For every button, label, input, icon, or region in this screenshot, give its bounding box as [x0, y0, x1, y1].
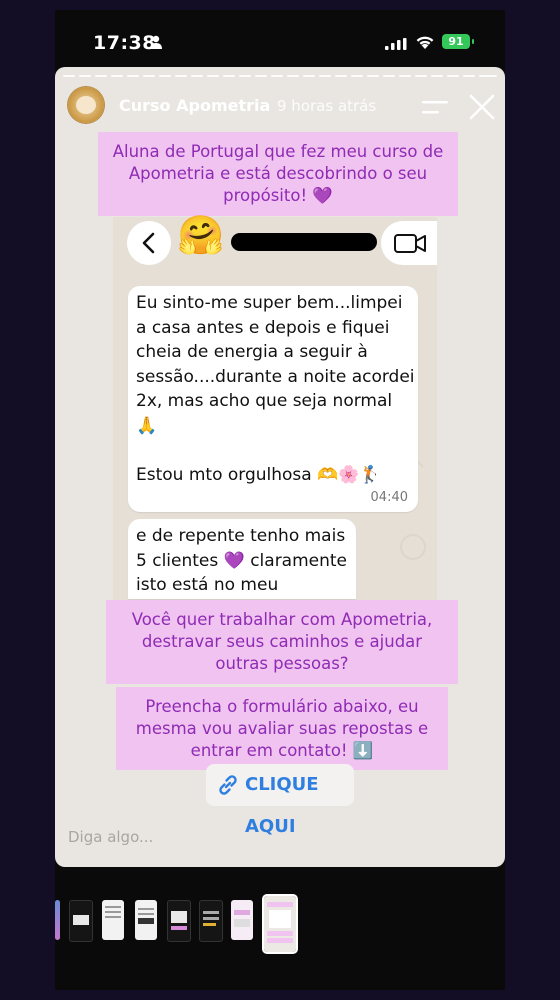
- cellular-signal-icon: [385, 38, 407, 50]
- story-thumbnail[interactable]: [55, 900, 60, 940]
- profile-avatar[interactable]: [68, 87, 104, 123]
- contact-emoji-avatar: 🤗: [177, 213, 225, 257]
- chat-message-1: Eu sinto-me super bem...limpei a casa an…: [128, 286, 418, 512]
- chat-video-button: [381, 221, 437, 265]
- caption-middle: Você quer trabalhar com Apometria, destr…: [106, 600, 458, 684]
- battery-indicator: 91: [442, 34, 470, 49]
- story-username[interactable]: Curso Apometria: [119, 96, 270, 115]
- story-progress-bar: [63, 75, 497, 77]
- link-icon: [219, 775, 237, 795]
- story-thumbnail[interactable]: [135, 900, 157, 940]
- link-sticker-button[interactable]: CLIQUE AQUI: [206, 764, 354, 837]
- chat-message-2: e de repente tenho mais 5 clientes 💜 cla…: [128, 519, 356, 620]
- link-sticker-label: CLIQUE AQUI: [245, 774, 319, 837]
- story-viewer[interactable]: Curso Apometria 9 horas atrás Aluna de P…: [55, 67, 505, 867]
- story-thumbnail[interactable]: [69, 900, 93, 942]
- wifi-icon: [416, 36, 434, 49]
- redacted-contact-name: [231, 233, 377, 251]
- story-timestamp: 9 horas atrás: [277, 97, 377, 115]
- story-thumbnails-strip: [55, 890, 505, 954]
- chat-message-1-time: 04:40: [370, 489, 408, 505]
- reply-input[interactable]: Diga algo...: [68, 828, 153, 846]
- caption-bottom: Preencha o formulário abaixo, eu mesma v…: [116, 687, 448, 770]
- chat-back-button: [127, 221, 171, 265]
- story-thumbnail[interactable]: [167, 900, 191, 942]
- menu-icon[interactable]: [422, 100, 448, 116]
- story-thumbnail[interactable]: [102, 900, 124, 940]
- status-bar: 17:38 91: [55, 10, 505, 65]
- caption-top: Aluna de Portugal que fez meu curso de A…: [98, 132, 458, 216]
- story-thumbnail[interactable]: [231, 900, 253, 940]
- close-icon[interactable]: [469, 94, 495, 120]
- phone-screen: 17:38 91 Curso Apometria 9 horas atrás A…: [55, 10, 505, 990]
- battery-tip: [472, 39, 474, 44]
- status-time: 17:38: [93, 32, 156, 54]
- person-icon: [150, 35, 162, 49]
- video-camera-icon: [394, 234, 426, 253]
- chevron-left-icon: [142, 232, 155, 254]
- avatar-logo: [76, 96, 96, 114]
- chat-header: 🤗: [113, 213, 437, 273]
- story-thumbnail[interactable]: [199, 900, 223, 942]
- chat-message-1-text: Eu sinto-me super bem...limpei a casa an…: [136, 293, 415, 485]
- story-thumbnail-active[interactable]: [262, 894, 298, 954]
